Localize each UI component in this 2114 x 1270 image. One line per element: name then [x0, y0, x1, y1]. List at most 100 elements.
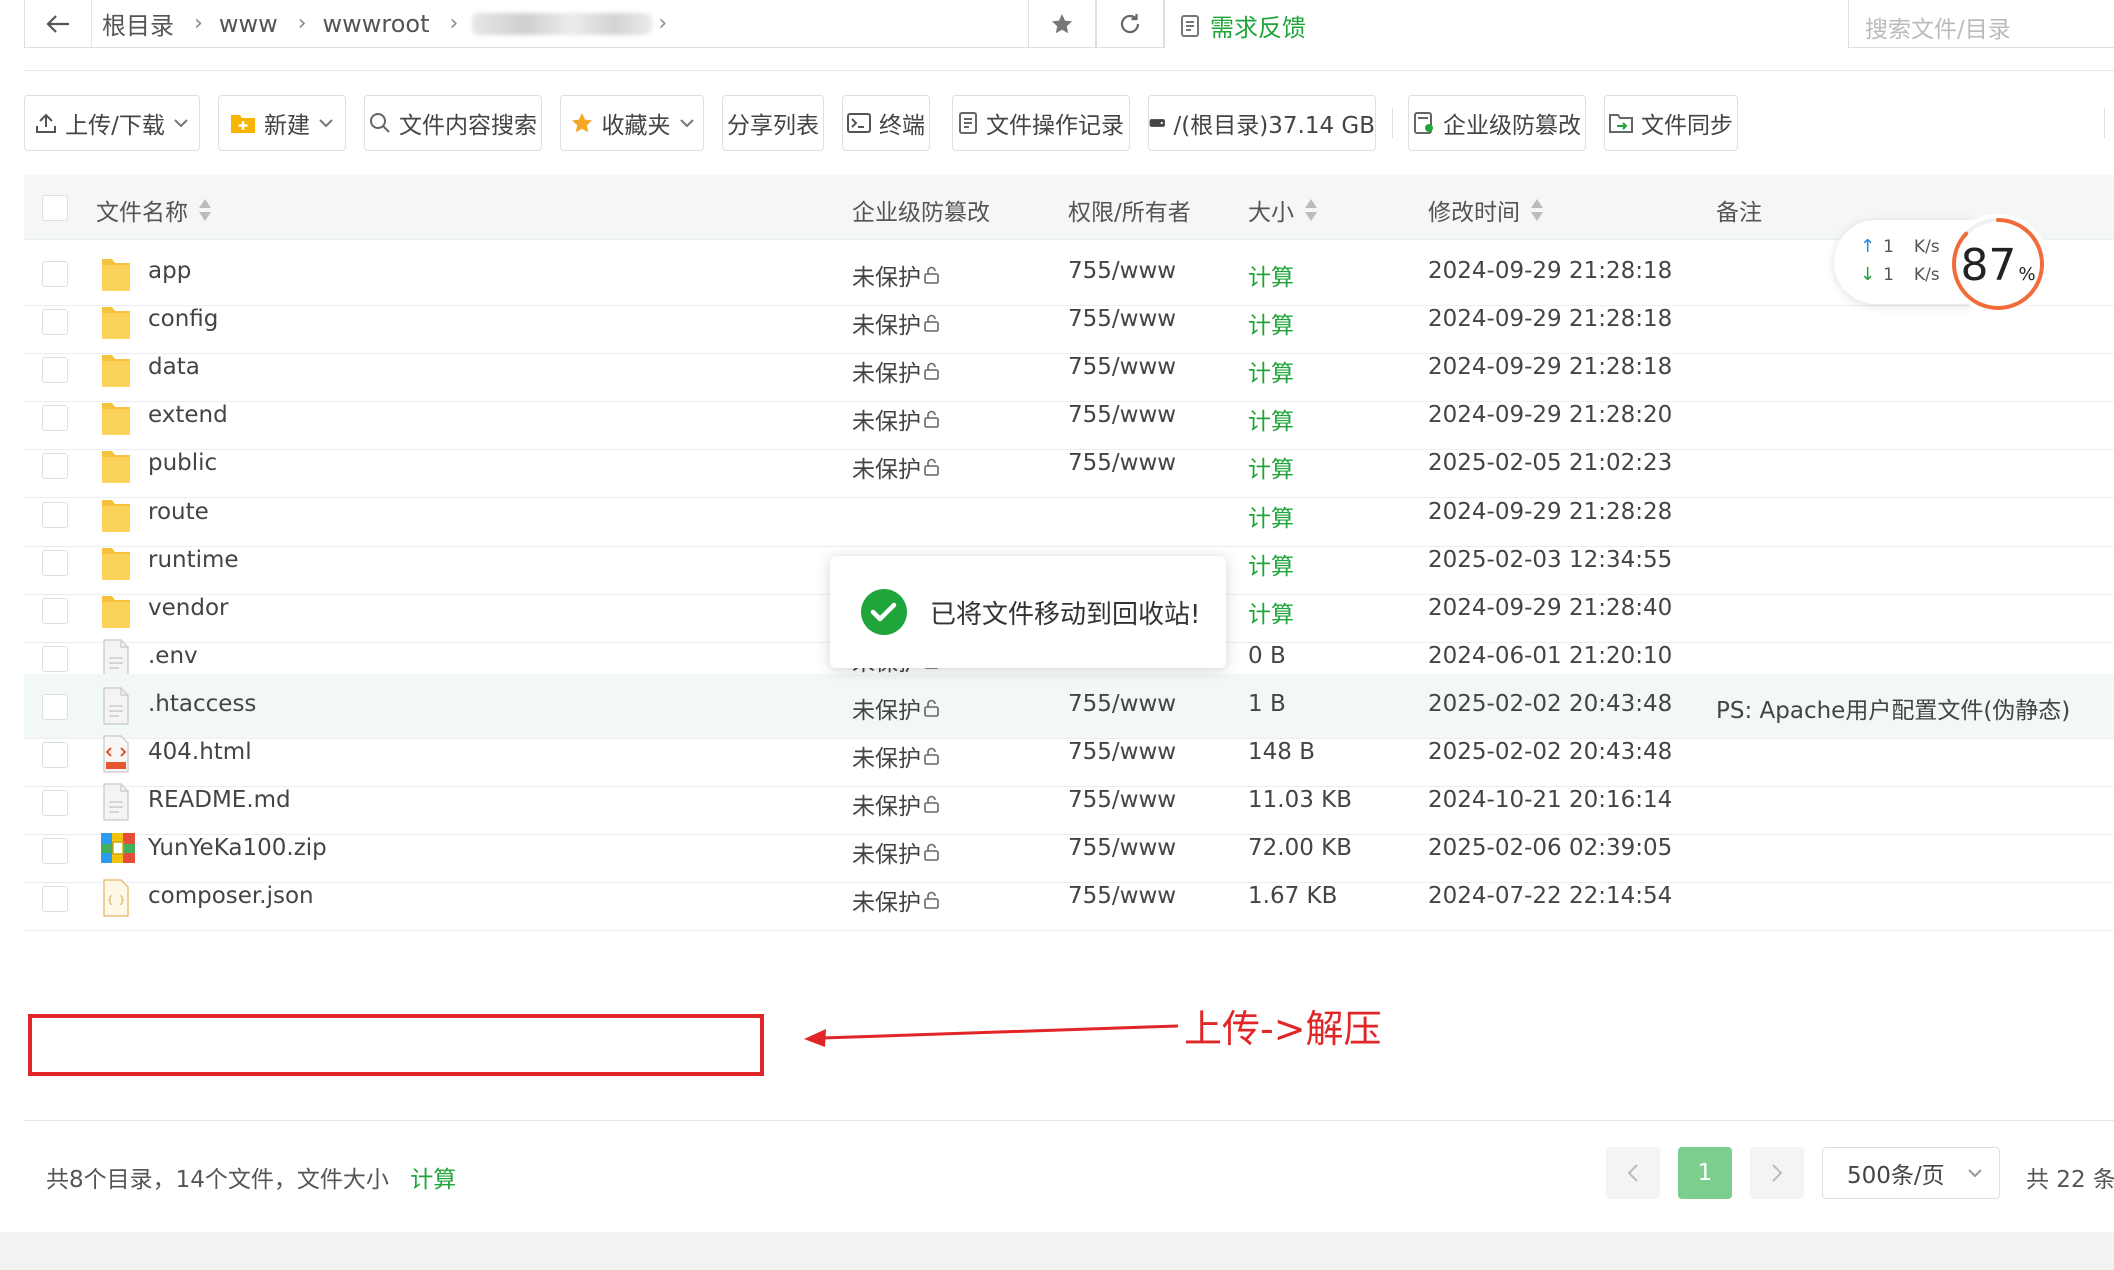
row-checkbox[interactable]	[42, 838, 68, 864]
file-size[interactable]: 计算	[1248, 547, 1294, 581]
row-checkbox[interactable]	[42, 357, 68, 383]
permission-owner[interactable]: 755/www	[1068, 883, 1176, 909]
file-size[interactable]: 计算	[1248, 595, 1294, 629]
unlock-icon	[923, 308, 941, 338]
file-size[interactable]: 计算	[1248, 258, 1294, 292]
permission-owner[interactable]: 755/www	[1068, 739, 1176, 765]
file-name[interactable]: composer.json	[148, 883, 314, 909]
file-size: 0 B	[1248, 643, 1286, 669]
file-name[interactable]: YunYeKa100.zip	[148, 835, 327, 861]
modified-time: 2024-09-29 21:28:20	[1428, 402, 1673, 428]
chevron-right-icon	[1772, 1164, 1783, 1182]
protect-status-label: 未保护	[852, 409, 921, 435]
row-checkbox[interactable]	[42, 694, 68, 720]
file-size: 148 B	[1248, 739, 1315, 765]
permission-owner[interactable]: 755/www	[1068, 402, 1176, 428]
file-size[interactable]: 计算	[1248, 354, 1294, 388]
page-size-select[interactable]: 500条/页	[1822, 1147, 2000, 1199]
file-size[interactable]: 计算	[1248, 402, 1294, 436]
unlock-icon	[923, 260, 941, 290]
upload-speed-value: 1	[1883, 236, 1894, 257]
protect-status[interactable]: 未保护	[852, 739, 941, 773]
permission-owner[interactable]: 755/www	[1068, 787, 1176, 813]
permission-owner[interactable]: 755/www	[1068, 691, 1176, 717]
file-size[interactable]: 计算	[1248, 306, 1294, 340]
modified-time: 2025-02-02 20:43:48	[1428, 739, 1673, 765]
file-name[interactable]: route	[148, 499, 209, 525]
file-name[interactable]: .htaccess	[148, 691, 256, 717]
row-checkbox[interactable]	[42, 502, 68, 528]
row-checkbox[interactable]	[42, 886, 68, 912]
protect-status[interactable]: 未保护	[852, 258, 941, 292]
protect-status-label: 未保护	[852, 890, 921, 916]
file-name[interactable]: vendor	[148, 595, 228, 621]
permission-owner[interactable]: 755/www	[1068, 306, 1176, 332]
file-name[interactable]: config	[148, 306, 218, 332]
protect-status-label: 未保护	[852, 313, 921, 339]
modified-time: 2024-09-29 21:28:18	[1428, 354, 1673, 380]
file-name[interactable]: .env	[148, 643, 198, 669]
file-name[interactable]: extend	[148, 402, 228, 428]
page-size-label: 500条/页	[1847, 1163, 1945, 1189]
folder-icon	[100, 445, 132, 485]
row-checkbox[interactable]	[42, 261, 68, 287]
folder-icon	[100, 494, 132, 534]
folder-icon	[100, 397, 132, 437]
row-checkbox[interactable]	[42, 405, 68, 431]
modified-time: 2024-09-29 21:28:40	[1428, 595, 1673, 621]
page-1-button[interactable]: 1	[1678, 1147, 1732, 1199]
file-size[interactable]: 计算	[1248, 450, 1294, 484]
protect-status[interactable]: 未保护	[852, 835, 941, 869]
row-checkbox[interactable]	[42, 790, 68, 816]
permission-owner[interactable]: 755/www	[1068, 835, 1176, 861]
protect-status[interactable]: 未保护	[852, 691, 941, 725]
file-size[interactable]: 计算	[1248, 499, 1294, 533]
toast-message: 已将文件移动到回收站!	[930, 599, 1201, 630]
footer-calc-link[interactable]: 计算	[410, 1167, 456, 1193]
file-name[interactable]: public	[148, 450, 217, 476]
arrow-up-icon: ↑	[1860, 236, 1876, 257]
permission-owner[interactable]: 755/www	[1068, 354, 1176, 380]
permission-owner[interactable]: 755/www	[1068, 258, 1176, 284]
row-checkbox[interactable]	[42, 646, 68, 672]
row-checkbox[interactable]	[42, 453, 68, 479]
zip-icon	[100, 830, 135, 870]
folder-icon	[100, 253, 132, 293]
file-name[interactable]: 404.html	[148, 739, 252, 765]
protect-status[interactable]: 未保护	[852, 450, 941, 484]
protect-status-label: 未保护	[852, 457, 921, 483]
permission-owner[interactable]: 755/www	[1068, 450, 1176, 476]
next-page-button[interactable]	[1750, 1147, 1804, 1199]
unlock-icon	[923, 452, 941, 482]
file-name[interactable]: README.md	[148, 787, 291, 813]
table-row[interactable]: { } composer.json 未保护 755/www 1.67 KB 2024-07…	[24, 866, 2114, 931]
gauge-value: 87	[1960, 240, 2017, 291]
row-checkbox[interactable]	[42, 550, 68, 576]
check-circle-icon	[861, 589, 907, 635]
footer-divider	[24, 1120, 2114, 1121]
prev-page-button[interactable]	[1606, 1147, 1660, 1199]
protect-status[interactable]: 未保护	[852, 787, 941, 821]
file-icon	[100, 638, 132, 678]
row-checkbox[interactable]	[42, 742, 68, 768]
modified-time: 2024-09-29 21:28:28	[1428, 499, 1673, 525]
modified-time: 2025-02-06 02:39:05	[1428, 835, 1673, 861]
protect-status[interactable]: 未保护	[852, 402, 941, 436]
total-count: 共 22 条	[2026, 1167, 2114, 1193]
cpu-gauge[interactable]: 87%	[1946, 212, 2050, 316]
modified-time: 2025-02-03 12:34:55	[1428, 547, 1673, 573]
protect-status[interactable]: 未保护	[852, 306, 941, 340]
file-note[interactable]: PS: Apache用户配置文件(伪静态)	[1716, 691, 2070, 725]
bottom-strip	[0, 1232, 2114, 1270]
protect-status[interactable]: 未保护	[852, 354, 941, 388]
file-name[interactable]: app	[148, 258, 191, 284]
annotation-label: 上传->解压	[1184, 1007, 1382, 1051]
file-name[interactable]: runtime	[148, 547, 239, 573]
row-checkbox[interactable]	[42, 309, 68, 335]
row-checkbox[interactable]	[42, 598, 68, 624]
folder-icon	[100, 542, 132, 582]
protect-status[interactable]: 未保护	[852, 883, 941, 917]
gauge-readout: 87%	[1946, 240, 2050, 291]
annotation-arrow-icon	[804, 1024, 1179, 1047]
file-name[interactable]: data	[148, 354, 200, 380]
